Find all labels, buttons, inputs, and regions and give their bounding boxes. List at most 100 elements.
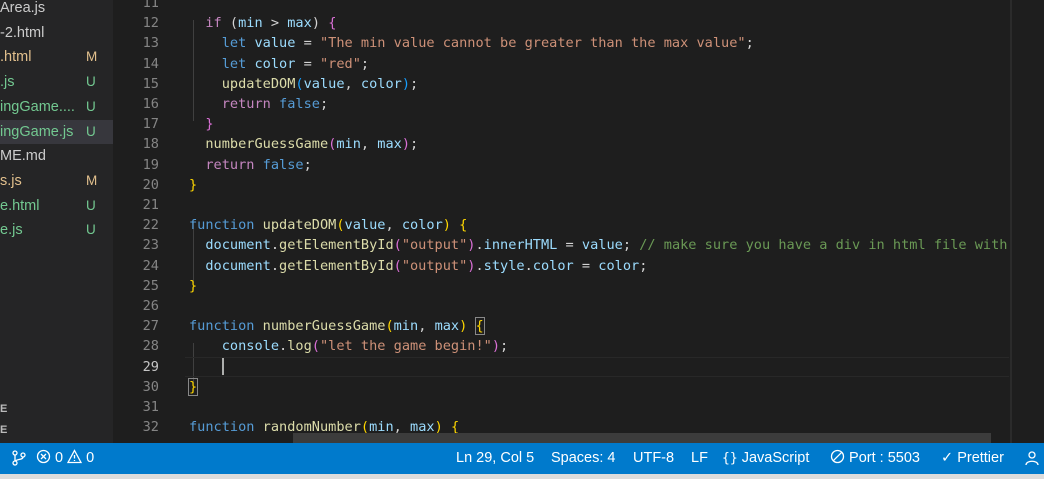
- line-number: 25: [142, 277, 159, 294]
- code-line[interactable]: 27 function numberGuessGame(min, max) {: [113, 316, 1044, 336]
- file-item[interactable]: ingGame.js U: [0, 119, 113, 145]
- editor-scrollbar[interactable]: [1011, 0, 1044, 443]
- line-number: 15: [142, 75, 159, 92]
- code-token: return: [205, 156, 255, 173]
- code-line[interactable]: 29: [113, 357, 1044, 377]
- code-line[interactable]: 21: [113, 195, 1044, 215]
- code-line[interactable]: 28 console.log("let the game begin!");: [113, 336, 1044, 356]
- line-number: 20: [142, 176, 159, 193]
- code-token: (: [221, 15, 239, 32]
- git-status-badge: U: [86, 197, 96, 213]
- code-line[interactable]: 17 }: [113, 114, 1044, 134]
- code-token: .: [270, 257, 280, 274]
- code-token: updateDOM: [221, 75, 296, 92]
- eol-setting[interactable]: LF: [691, 443, 708, 474]
- prettier-status[interactable]: ✓ Prettier: [941, 443, 1004, 474]
- problems-indicator[interactable]: 0 0: [36, 443, 94, 474]
- code-line[interactable]: 25}: [113, 276, 1044, 296]
- file-item[interactable]: e.js U: [0, 218, 113, 243]
- file-item[interactable]: .html M: [0, 45, 113, 70]
- code-token: numberGuessGame: [205, 136, 329, 153]
- file-item[interactable]: e.html U: [0, 194, 113, 219]
- code-token: color: [598, 257, 640, 274]
- indentation-setting[interactable]: Spaces: 4: [551, 443, 616, 474]
- language-mode[interactable]: {} JavaScript: [722, 443, 809, 474]
- code-token: (: [385, 318, 394, 335]
- code-line[interactable]: 18 numberGuessGame(min, max);: [113, 134, 1044, 154]
- code-token: getElementById: [279, 237, 394, 254]
- code-token: ,: [418, 318, 435, 335]
- line-number: 32: [142, 419, 159, 436]
- code-text: numberGuessGame(min, max);: [189, 134, 418, 154]
- file-name: ME.md: [0, 148, 46, 165]
- code-line[interactable]: 23 document.getElementById("output").inn…: [113, 235, 1044, 255]
- code-token: .: [524, 257, 533, 274]
- explorer-sidebar: Area.js -2.html .html M .js UingGame.... UingG…: [0, 0, 113, 443]
- code-token: "red": [319, 55, 361, 72]
- code-line[interactable]: 13 let value = "The min value cannot be …: [113, 33, 1044, 53]
- code-token: }: [189, 277, 198, 294]
- file-item[interactable]: ingGame.... U: [0, 95, 113, 120]
- live-server-port[interactable]: Port : 5503: [830, 443, 920, 474]
- code-token: (: [311, 338, 320, 355]
- code-text: function numberGuessGame(min, max) {: [189, 316, 485, 336]
- code-token: ;: [622, 237, 640, 254]
- code-line[interactable]: 19 return false;: [113, 155, 1044, 175]
- line-number: 30: [142, 378, 159, 395]
- code-token: color: [401, 217, 443, 234]
- code-token: log: [287, 338, 312, 355]
- code-line[interactable]: 22 function updateDOM(value, color) {: [113, 215, 1044, 235]
- file-item[interactable]: Area.js: [0, 0, 113, 21]
- file-item[interactable]: s.js M: [0, 169, 113, 194]
- line-number: 28: [142, 338, 159, 355]
- git-status-badge: M: [86, 172, 98, 188]
- sidebar-section-label[interactable]: E: [0, 424, 7, 436]
- code-line[interactable]: 30}: [113, 377, 1044, 397]
- circle-slash-icon: [830, 449, 845, 464]
- code-token: "let the game begin!": [319, 338, 492, 355]
- code-token: max: [287, 15, 312, 32]
- line-number: 14: [142, 55, 159, 72]
- code-editor[interactable]: 11 12 if (min > max) {13 let value = "The…: [113, 0, 1044, 443]
- code-token: ): [401, 75, 411, 92]
- code-line[interactable]: 24 document.getElementById("output").sty…: [113, 256, 1044, 276]
- code-token: =: [295, 35, 320, 52]
- file-item[interactable]: ME.md: [0, 144, 113, 169]
- code-line[interactable]: 31: [113, 397, 1044, 417]
- braces-icon: {}: [722, 451, 738, 466]
- file-item[interactable]: -2.html: [0, 21, 113, 46]
- encoding-setting[interactable]: UTF-8: [633, 443, 674, 474]
- code-token: if: [205, 15, 222, 32]
- code-text: let color = "red";: [189, 54, 369, 74]
- cursor-position[interactable]: Ln 29, Col 5: [456, 443, 534, 474]
- file-name: e.js: [0, 222, 23, 239]
- code-token: ,: [385, 217, 402, 234]
- code-token: // make sure you have a div in html file…: [639, 237, 1008, 254]
- code-line[interactable]: 20}: [113, 175, 1044, 195]
- code-text: document.getElementById("output").style.…: [189, 256, 647, 276]
- code-token: }: [205, 116, 214, 133]
- code-line[interactable]: 15 updateDOM(value, color);: [113, 74, 1044, 94]
- code-line[interactable]: 12 if (min > max) {: [113, 13, 1044, 33]
- code-token: {: [459, 217, 468, 234]
- code-line[interactable]: 16 return false;: [113, 94, 1044, 114]
- file-item[interactable]: .js U: [0, 70, 113, 95]
- line-number: 17: [142, 116, 159, 133]
- code-line[interactable]: 14 let color = "red";: [113, 54, 1044, 74]
- code-token: "output": [401, 257, 468, 274]
- code-line[interactable]: 11: [113, 0, 1044, 13]
- code-line[interactable]: 26: [113, 296, 1044, 316]
- sidebar-section-label[interactable]: E: [0, 403, 7, 415]
- code-token: >: [262, 15, 288, 32]
- feedback-icon[interactable]: [1024, 443, 1040, 474]
